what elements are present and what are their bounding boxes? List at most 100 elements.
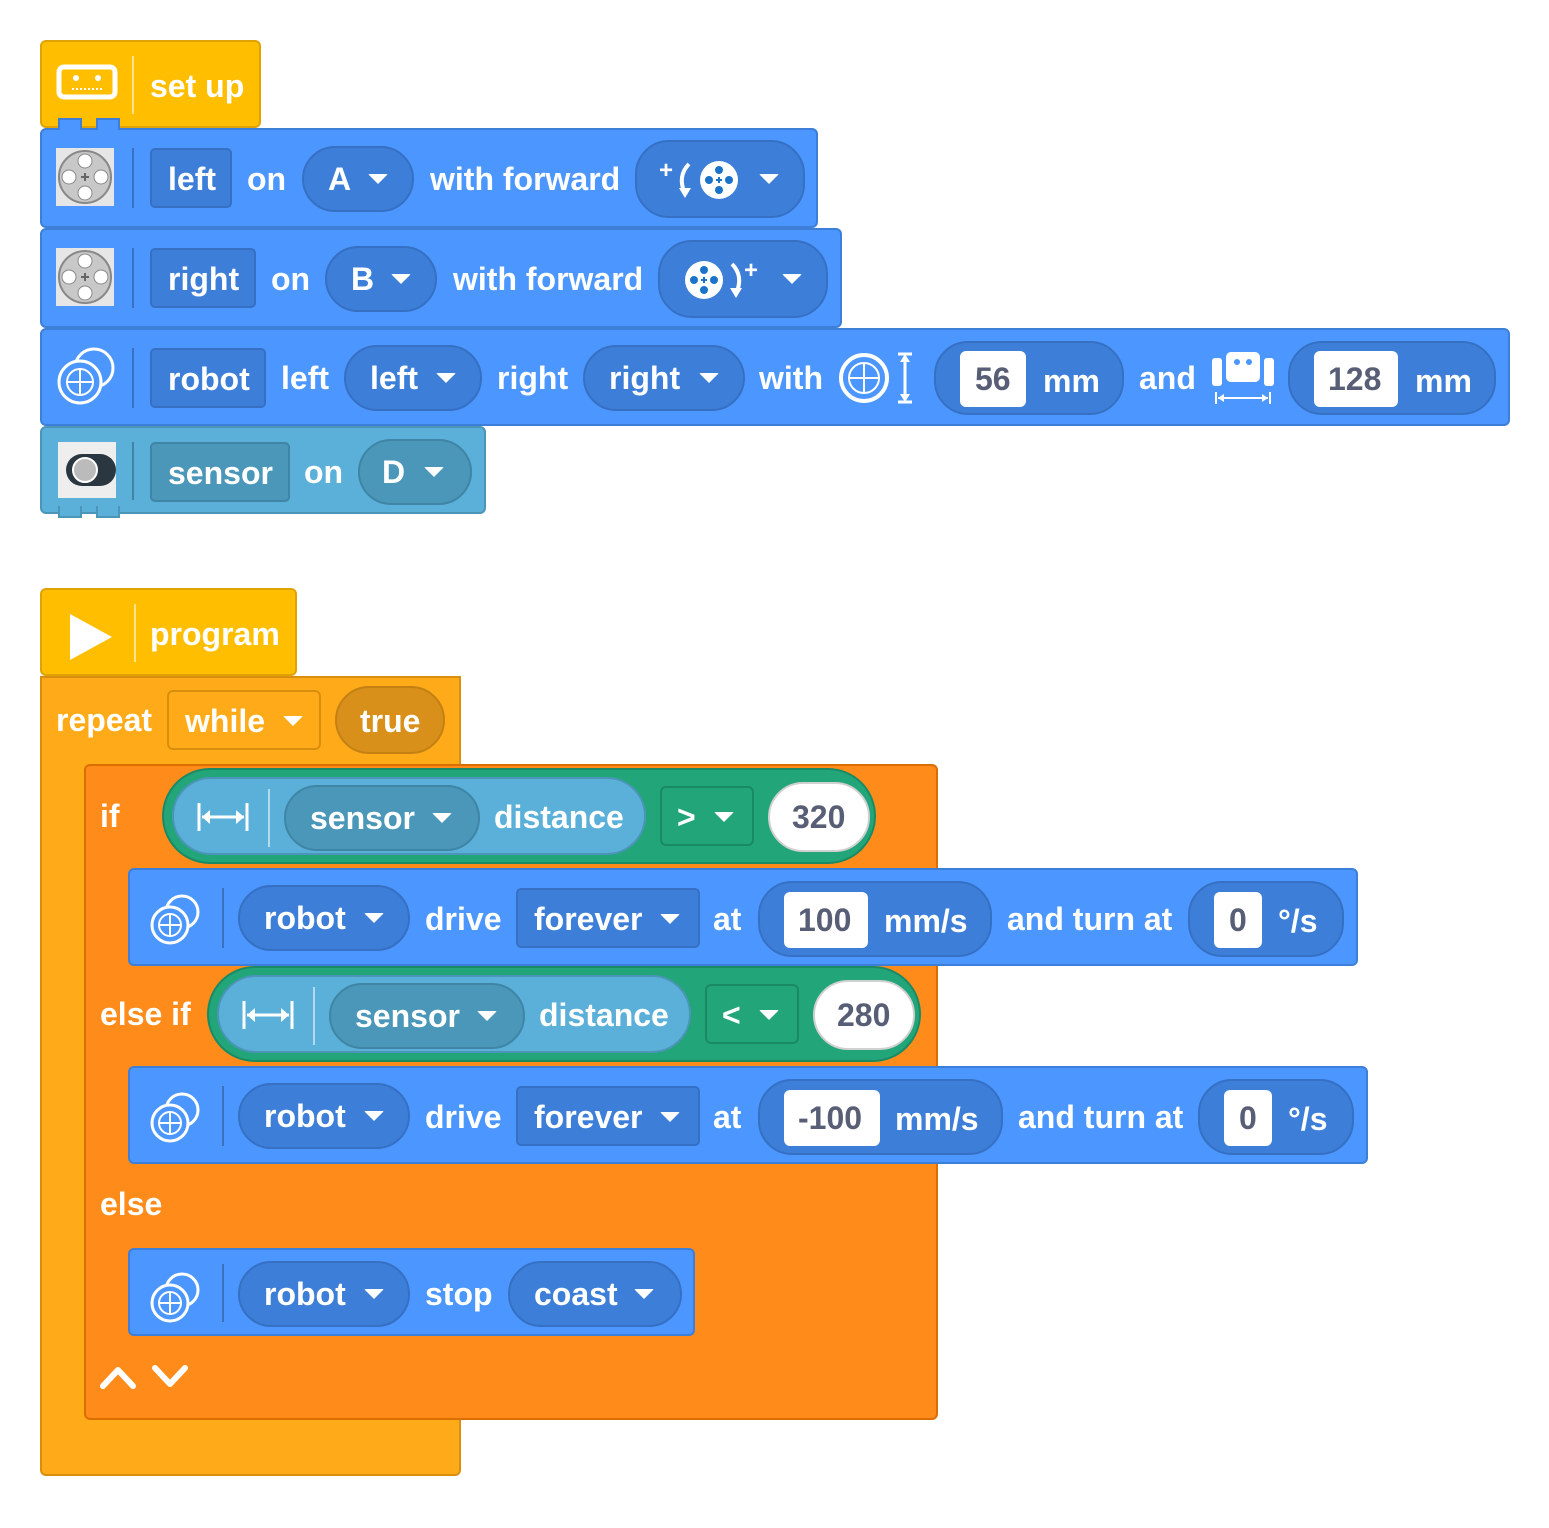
chevron-down-icon — [391, 274, 411, 284]
sensor-port-value: D — [382, 454, 406, 490]
speed-value: 100 — [798, 902, 852, 938]
clockwise-direction-icon: + — [685, 257, 758, 299]
with-forward-label: with forward — [453, 261, 644, 297]
right-motor-block[interactable]: right on B with forward + — [40, 228, 842, 328]
speed-input[interactable]: 100 mm/s — [758, 881, 992, 957]
robot-dropdown[interactable]: robot — [238, 1083, 410, 1149]
chevron-down-icon — [368, 174, 388, 184]
turn-rate-unit: °/s — [1288, 1101, 1328, 1137]
left-motor-block[interactable]: left on A with forward + — [40, 128, 818, 228]
compare-block-1[interactable]: sensor distance > 320 — [162, 768, 876, 864]
right-motor-value: right — [609, 360, 681, 396]
sensor-setup-block[interactable]: sensor on D — [40, 426, 486, 514]
speed-box[interactable]: 100 — [784, 892, 868, 948]
expand-down-icon[interactable] — [150, 1360, 190, 1392]
chevron-down-icon — [660, 914, 680, 924]
chevron-down-icon — [699, 373, 719, 383]
robot-name-field[interactable]: robot — [150, 348, 266, 408]
repeat-mode-dropdown[interactable]: while — [167, 690, 321, 750]
speed-unit: mm/s — [884, 903, 968, 939]
repeat-label: repeat — [56, 702, 153, 738]
port-dropdown[interactable]: A — [302, 146, 414, 212]
drive-label: drive — [425, 901, 502, 937]
drive-label: drive — [425, 1099, 502, 1135]
ultrasonic-sensor-icon — [58, 442, 116, 498]
turn-rate-box[interactable]: 0 — [1214, 892, 1262, 948]
left-label: left — [281, 360, 329, 396]
hub-icon — [56, 64, 118, 100]
chevron-down-icon — [714, 812, 734, 822]
port-value: A — [328, 161, 352, 197]
operator-dropdown[interactable]: > — [660, 786, 754, 846]
robot-dropdown-value: robot — [264, 1098, 346, 1134]
sensor-dropdown-value: sensor — [310, 800, 415, 836]
on-label: on — [247, 161, 287, 197]
duration-dropdown[interactable]: forever — [516, 888, 700, 948]
port-dropdown[interactable]: B — [325, 246, 437, 312]
speed-box[interactable]: -100 — [784, 1090, 880, 1146]
distance-reporter[interactable]: sensor distance — [172, 777, 646, 855]
axle-track-box[interactable]: 128 — [1314, 351, 1398, 407]
collapse-up-icon[interactable] — [98, 1360, 138, 1392]
turn-label: and turn at — [1018, 1099, 1184, 1135]
on-label: on — [271, 261, 311, 297]
drive-block-2[interactable]: robot drive forever at -100 mm/s and tur… — [128, 1066, 1368, 1164]
setup-hat-block[interactable]: set up — [40, 40, 261, 128]
sensor-name-field[interactable]: sensor — [150, 442, 290, 502]
distance-reporter[interactable]: sensor distance — [217, 975, 691, 1053]
sensor-port-dropdown[interactable]: D — [358, 439, 472, 505]
axle-track-input[interactable]: 128 mm — [1288, 341, 1496, 415]
on-label: on — [304, 454, 344, 490]
turn-rate-unit: °/s — [1278, 903, 1318, 939]
threshold-input-2[interactable]: 280 — [813, 980, 915, 1050]
left-motor-dropdown[interactable]: left — [344, 345, 482, 411]
motor-name-field[interactable]: right — [150, 248, 256, 308]
sensor-dropdown-value: sensor — [355, 998, 460, 1034]
unit-label: mm — [1415, 363, 1472, 399]
direction-dropdown[interactable]: + — [658, 240, 828, 318]
counterclockwise-direction-icon: + — [659, 157, 738, 199]
duration-value: forever — [534, 1099, 643, 1135]
robot-dropdown[interactable]: robot — [238, 885, 410, 951]
turn-rate-input[interactable]: 0 °/s — [1198, 1079, 1354, 1155]
robot-dropdown[interactable]: robot — [238, 1261, 410, 1327]
program-hat-block[interactable]: program — [40, 588, 297, 676]
wheel-diameter-value: 56 — [975, 361, 1011, 397]
speed-input[interactable]: -100 mm/s — [758, 1079, 1003, 1155]
duration-value: forever — [534, 901, 643, 937]
compare-block-2[interactable]: sensor distance < 280 — [207, 966, 921, 1062]
motor-icon — [56, 248, 114, 306]
sensor-dropdown[interactable]: sensor — [284, 785, 480, 851]
drivebase-block[interactable]: robot left left right right with 56 mm a… — [40, 328, 1510, 426]
setup-hat-label: set up — [150, 68, 245, 104]
robot-dropdown-value: robot — [264, 900, 346, 936]
at-label: at — [713, 901, 742, 937]
else-label: else — [100, 1186, 163, 1222]
turn-rate-input[interactable]: 0 °/s — [1188, 881, 1344, 957]
chevron-down-icon — [364, 1289, 384, 1299]
direction-dropdown[interactable]: + — [635, 140, 805, 218]
motor-name-field[interactable]: left — [150, 148, 232, 208]
wheel-diameter-input[interactable]: 56 mm — [934, 341, 1124, 415]
true-condition[interactable]: true — [335, 686, 445, 754]
duration-dropdown[interactable]: forever — [516, 1086, 700, 1146]
chevron-down-icon — [436, 373, 456, 383]
motor-icon — [56, 148, 114, 206]
stop-block[interactable]: robot stop coast — [128, 1248, 695, 1336]
axle-track-value: 128 — [1328, 361, 1382, 397]
wheel-diameter-icon — [839, 352, 912, 404]
unit-label: mm — [1043, 363, 1100, 399]
sensor-dropdown[interactable]: sensor — [329, 983, 525, 1049]
chevron-down-icon — [759, 174, 779, 184]
drive-block-1[interactable]: robot drive forever at 100 mm/s and turn… — [128, 868, 1358, 966]
chevron-down-icon — [424, 467, 444, 477]
stop-mode-dropdown[interactable]: coast — [508, 1261, 682, 1327]
threshold-input-1[interactable]: 320 — [768, 782, 870, 852]
turn-rate-box[interactable]: 0 — [1224, 1090, 1272, 1146]
right-motor-dropdown[interactable]: right — [583, 345, 745, 411]
operator-dropdown[interactable]: < — [705, 984, 799, 1044]
chevron-down-icon — [759, 1010, 779, 1020]
drivebase-icon — [150, 894, 200, 945]
wheel-diameter-box[interactable]: 56 — [960, 351, 1026, 407]
svg-text:+: + — [744, 257, 758, 284]
